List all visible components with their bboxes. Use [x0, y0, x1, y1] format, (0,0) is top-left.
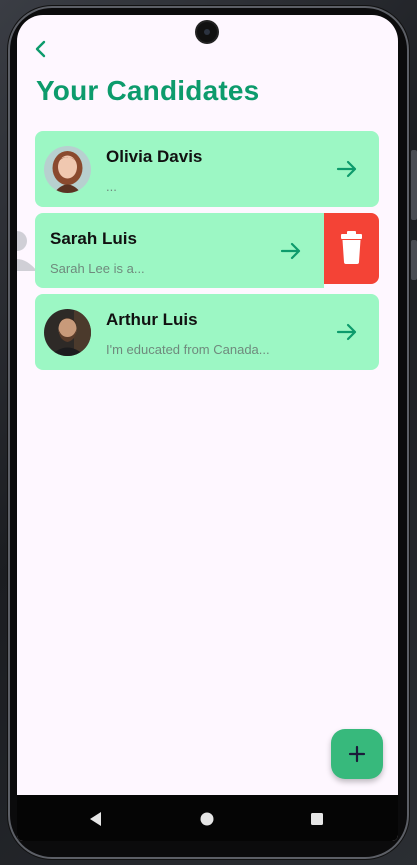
candidate-name: Sarah Luis	[50, 229, 137, 248]
candidate-name: Arthur Luis	[106, 310, 198, 329]
nav-recents-icon[interactable]	[308, 810, 326, 828]
candidate-description: I'm educated from Canada...	[106, 342, 270, 357]
nav-back-icon[interactable]	[87, 810, 105, 828]
candidate-name: Olivia Davis	[106, 147, 203, 166]
trash-icon	[341, 231, 362, 264]
candidate-card-arthur-luis[interactable]: Arthur Luis I'm educated from Canada...	[35, 294, 379, 370]
candidate-card-olivia-davis[interactable]: Olivia Davis ...	[35, 131, 379, 207]
front-camera	[197, 22, 217, 42]
app-screen: Your Candidates Olivia Davis ... Sarah L…	[17, 15, 398, 841]
phone-device: Your Candidates Olivia Davis ... Sarah L…	[0, 0, 417, 865]
nav-home-icon[interactable]	[198, 810, 216, 828]
chevron-left-icon	[35, 40, 46, 58]
system-nav-bar	[17, 795, 398, 841]
candidate-description: Sarah Lee is a...	[50, 261, 145, 276]
add-candidate-button[interactable]	[331, 729, 383, 779]
arrow-right-icon[interactable]	[279, 239, 303, 263]
page-title: Your Candidates	[36, 75, 260, 106]
delete-button[interactable]	[324, 213, 379, 284]
avatar	[44, 146, 91, 193]
arrow-right-icon[interactable]	[335, 320, 359, 344]
avatar	[44, 309, 91, 356]
plus-icon	[348, 745, 366, 763]
candidate-card-sarah-luis[interactable]: Sarah Luis Sarah Lee is a...	[35, 213, 324, 288]
candidate-description: ...	[106, 179, 117, 194]
arrow-right-icon[interactable]	[335, 157, 359, 181]
back-button[interactable]	[27, 35, 55, 63]
power-button	[411, 240, 417, 280]
user-silhouette-icon	[17, 231, 37, 271]
volume-button	[411, 150, 417, 220]
